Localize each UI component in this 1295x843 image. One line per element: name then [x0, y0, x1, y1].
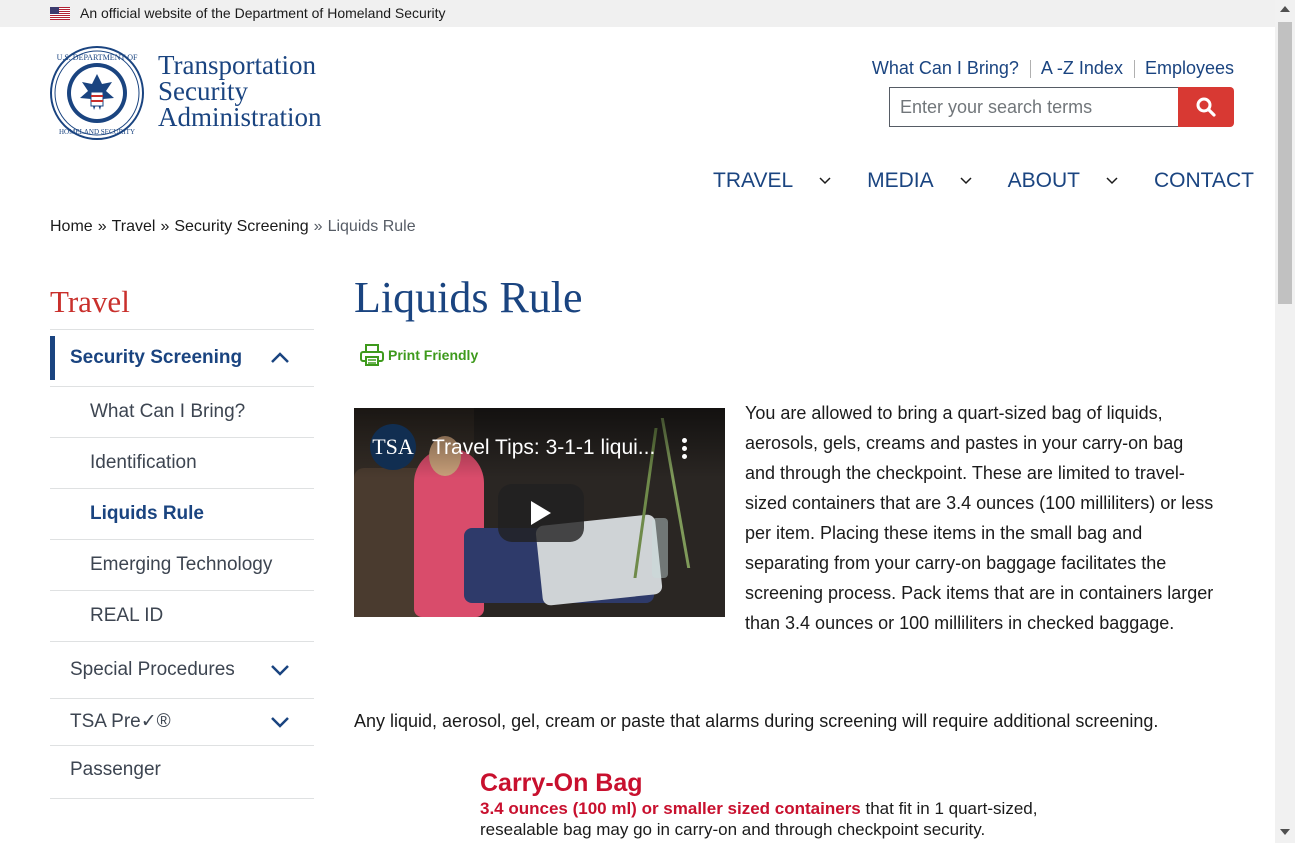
nav-travel-label: TRAVEL [713, 169, 794, 192]
breadcrumb-security-screening[interactable]: Security Screening [174, 218, 308, 236]
sidebar-item-label: Liquids Rule [90, 503, 204, 524]
play-button[interactable] [498, 484, 584, 542]
page-title: Liquids Rule [354, 273, 583, 322]
agency-name-line1: Transportation [158, 50, 317, 80]
svg-text:U.S. DEPARTMENT OF: U.S. DEPARTMENT OF [57, 53, 138, 62]
tsa-logo-link[interactable]: U.S. DEPARTMENT OF HOMELAND SECURITY Tra… [50, 46, 322, 140]
utility-links: What Can I Bring? A -Z Index Employees [872, 58, 1234, 79]
sidebar-nav: Travel Security Screening What Can I Bri… [50, 282, 314, 799]
nav-media[interactable]: MEDIA [867, 169, 1008, 193]
scroll-up-icon[interactable] [1280, 6, 1290, 12]
breadcrumb-separator: » [160, 218, 170, 235]
util-link-what-can-i-bring[interactable]: What Can I Bring? [872, 58, 1019, 79]
sidebar-item-what-can-i-bring[interactable]: What Can I Bring? [50, 387, 314, 438]
printer-icon [360, 344, 384, 366]
agency-name-line3: Administration [158, 102, 322, 132]
scrollbar-thumb[interactable] [1278, 22, 1292, 304]
dhs-seal-icon: U.S. DEPARTMENT OF HOMELAND SECURITY [50, 46, 144, 140]
search-input[interactable] [889, 87, 1178, 127]
print-friendly-button[interactable]: Print Friendly [360, 344, 478, 366]
svg-text:HOMELAND SECURITY: HOMELAND SECURITY [59, 128, 135, 136]
more-options-icon[interactable] [682, 438, 688, 462]
util-link-employees[interactable]: Employees [1145, 58, 1234, 79]
chevron-down-icon[interactable] [1106, 177, 1118, 185]
sidebar-item-emerging-technology[interactable]: Emerging Technology [50, 540, 314, 591]
video-thumbnail-vase [652, 518, 668, 578]
divider [1029, 59, 1031, 78]
scroll-down-icon[interactable] [1280, 829, 1290, 835]
sidebar-item-real-id[interactable]: REAL ID [50, 591, 314, 642]
sidebar-item-label: Emerging Technology [90, 554, 273, 575]
us-flag-icon [50, 7, 70, 20]
sidebar-title[interactable]: Travel [50, 282, 314, 330]
sidebar-item-identification[interactable]: Identification [50, 438, 314, 489]
sidebar-item-security-screening[interactable]: Security Screening [50, 330, 314, 387]
sidebar-item-tsa-precheck[interactable]: TSA Pre✓® [50, 699, 314, 746]
page-scrollbar[interactable] [1275, 0, 1295, 843]
search-icon [1196, 97, 1216, 117]
sidebar-item-special-procedures[interactable]: Special Procedures [50, 642, 314, 699]
nav-travel[interactable]: TRAVEL [713, 169, 867, 193]
chevron-up-icon[interactable] [270, 352, 290, 364]
nav-contact-label: CONTACT [1154, 169, 1254, 192]
sidebar-item-label: REAL ID [90, 605, 164, 626]
chevron-down-icon[interactable] [270, 664, 290, 676]
breadcrumb-separator: » [313, 218, 323, 235]
sidebar-item-label: What Can I Bring? [90, 401, 246, 422]
breadcrumb-separator: » [97, 218, 107, 235]
breadcrumb-home[interactable]: Home [50, 218, 93, 236]
breadcrumb-travel[interactable]: Travel [112, 218, 156, 236]
sidebar-item-label: Passenger [70, 759, 161, 780]
play-icon [531, 501, 551, 525]
sidebar-item-liquids-rule[interactable]: Liquids Rule [50, 489, 314, 540]
divider [1133, 59, 1135, 78]
util-link-az-index[interactable]: A -Z Index [1041, 58, 1123, 79]
carry-on-highlight: 3.4 ounces (100 ml) or smaller sized con… [480, 799, 861, 818]
carry-on-heading: Carry-On Bag [480, 769, 643, 797]
carry-on-text: 3.4 ounces (100 ml) or smaller sized con… [480, 798, 1080, 840]
sidebar-item-passenger[interactable]: Passenger [50, 746, 314, 799]
chevron-down-icon[interactable] [270, 716, 290, 728]
nav-contact[interactable]: CONTACT [1154, 169, 1254, 193]
video-player[interactable]: TSA Travel Tips: 3-1-1 liqui... [354, 408, 725, 617]
sidebar-item-label: Security Screening [70, 347, 243, 368]
print-friendly-label: Print Friendly [388, 347, 479, 363]
official-banner: An official website of the Department of… [0, 0, 1275, 27]
main-content: Liquids Rule Print Friendly You are allo… [354, 270, 1214, 839]
search-button[interactable] [1178, 87, 1234, 127]
video-title[interactable]: Travel Tips: 3-1-1 liqui... [432, 436, 672, 460]
main-nav: TRAVEL MEDIA ABOUT CONTACT [713, 167, 1254, 195]
nav-media-label: MEDIA [867, 169, 934, 192]
agency-name-line2: Security [158, 76, 248, 106]
breadcrumb: Home » Travel » Security Screening » Liq… [50, 218, 416, 236]
banner-text: An official website of the Department of… [80, 5, 446, 21]
search-form [889, 87, 1234, 127]
agency-name: Transportation Security Administration [158, 50, 358, 132]
nav-about-label: ABOUT [1007, 169, 1080, 192]
sidebar-item-label: Special Procedures [70, 659, 235, 680]
screening-note: Any liquid, aerosol, gel, cream or paste… [354, 711, 1159, 731]
sidebar-item-label: TSA Pre✓® [70, 711, 171, 732]
chevron-down-icon[interactable] [960, 177, 972, 185]
channel-avatar[interactable]: TSA [370, 424, 416, 470]
sidebar-item-label: Identification [90, 452, 197, 473]
breadcrumb-current: Liquids Rule [327, 218, 416, 235]
chevron-down-icon[interactable] [819, 177, 831, 185]
carry-on-section: Carry-On Bag 3.4 ounces (100 ml) or smal… [480, 768, 1080, 840]
nav-about[interactable]: ABOUT [1008, 169, 1154, 193]
